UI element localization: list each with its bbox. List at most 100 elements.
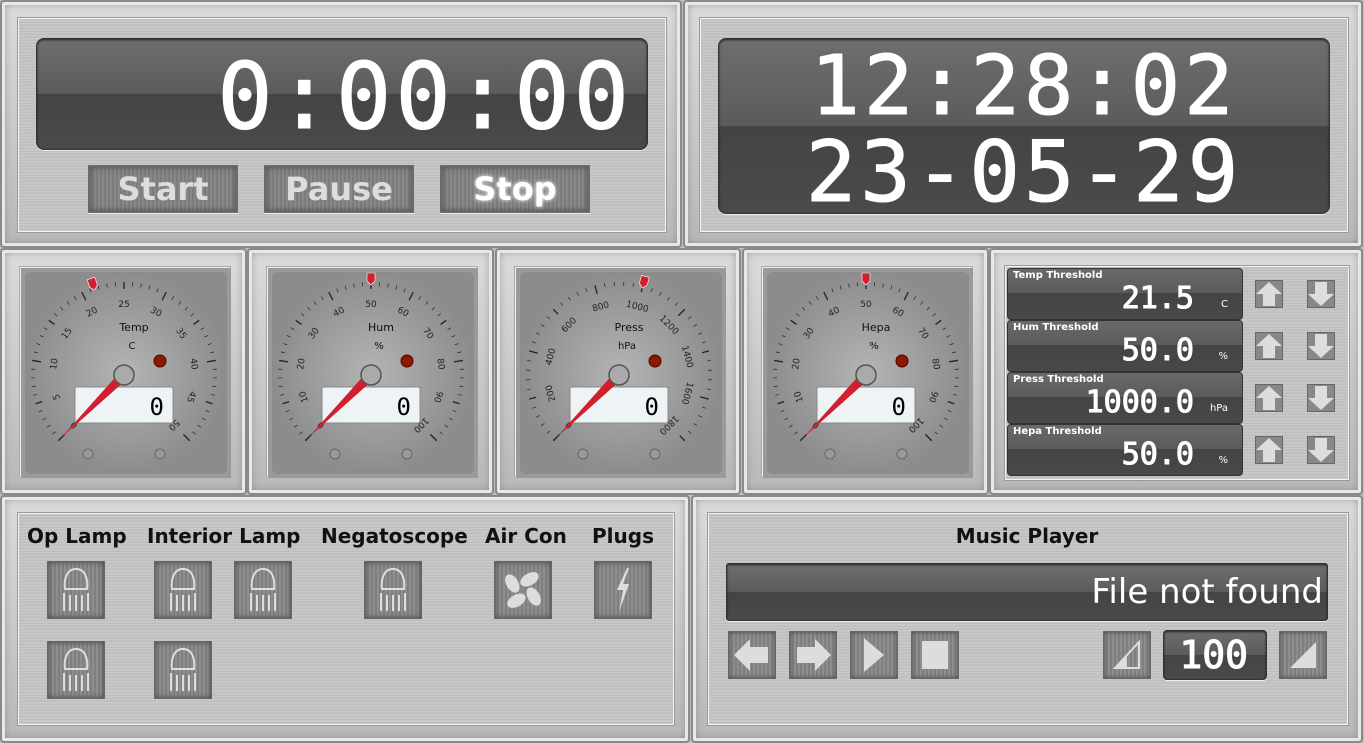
gauge-tick-label: 25 [118, 300, 129, 310]
next-button[interactable] [789, 631, 837, 679]
threshold-display: Temp Threshold 21.5 C [1007, 268, 1243, 320]
interior-lamp-3-button[interactable] [154, 641, 212, 699]
gauge-tick [459, 385, 464, 388]
label-plugs: Plugs [592, 524, 654, 548]
threshold-down-button[interactable] [1307, 436, 1335, 464]
lamp-icon [250, 567, 276, 611]
lamp-icon [380, 567, 406, 611]
gauge-tick-label: 80 [929, 358, 941, 371]
arrow-down-icon [1308, 386, 1334, 410]
label-negatoscope: Negatoscope [321, 524, 468, 548]
threshold-display: Hum Threshold 50.0 % [1007, 320, 1243, 372]
arrow-down-icon [1308, 334, 1334, 358]
air-con-button[interactable] [494, 561, 552, 619]
threshold-down-button[interactable] [1307, 280, 1335, 308]
gauge-unit: % [374, 341, 384, 352]
lamp-icon [170, 647, 196, 691]
arrow-down-icon [1308, 438, 1334, 462]
screw [649, 448, 661, 460]
stop-button[interactable]: Stop [440, 165, 590, 213]
stop-music-button[interactable] [911, 631, 959, 679]
music-panel: Music Player File not found 100 [691, 495, 1363, 743]
volume-down-icon [1113, 640, 1140, 669]
arrow-down-icon [1308, 282, 1334, 306]
needle-hub [855, 364, 877, 386]
gauge-face: 020040060080010001200140016001800PresshP… [515, 267, 726, 478]
label-interior-lamp: Interior Lamp [147, 524, 301, 548]
gauge-panel-hepa: 0102030405060708090100Hepa%0 [742, 248, 989, 495]
threshold-up-button[interactable] [1255, 280, 1283, 308]
threshold-value: 50.0 [1121, 437, 1194, 473]
arrow-up-icon [1256, 334, 1282, 358]
needle-hub [360, 364, 382, 386]
threshold-up-button[interactable] [1255, 384, 1283, 412]
gauge-tick-label: 10 [49, 357, 61, 370]
volume-up-button[interactable] [1279, 631, 1327, 679]
gauge-unit: C [129, 341, 136, 352]
gauge-unit: hPa [618, 341, 636, 352]
threshold-unit: hPa [1209, 403, 1228, 414]
alarm-led [153, 354, 167, 368]
alarm-led [400, 354, 414, 368]
arrow-up-icon [1256, 438, 1282, 462]
threshold-down-button[interactable] [1307, 332, 1335, 360]
clock-time: 12:28:02 [810, 39, 1238, 135]
gauge-tick [954, 385, 959, 388]
threshold-value: 50.0 [1121, 333, 1194, 369]
gauge-dial: 0102030405060708090100Hum%0 [268, 268, 478, 478]
threshold-label: Hepa Threshold [1013, 426, 1102, 437]
threshold-unit: % [1218, 455, 1228, 466]
stop-icon [922, 641, 948, 669]
fan-icon [505, 572, 541, 608]
screw [154, 448, 166, 460]
screw [577, 448, 589, 460]
clock-date: 23-05-29 [805, 123, 1243, 214]
previous-button[interactable] [728, 631, 776, 679]
gauge-panel-hum: 0102030405060708090100Hum%0 [247, 248, 494, 495]
clock-panel: 12:28:02 23-05-29 [683, 0, 1363, 248]
threshold-display: Hepa Threshold 50.0 % [1007, 424, 1243, 476]
threshold-up-button[interactable] [1255, 332, 1283, 360]
threshold-down-button[interactable] [1307, 384, 1335, 412]
interior-lamp-1-button[interactable] [154, 561, 212, 619]
plugs-button[interactable] [594, 561, 652, 619]
needle-hub [113, 364, 135, 386]
arrow-up-icon [1256, 282, 1282, 306]
threshold-value: 21.5 [1121, 281, 1194, 317]
pause-button[interactable]: Pause [264, 165, 414, 213]
play-button[interactable] [850, 631, 898, 679]
volume-down-button[interactable] [1103, 631, 1151, 679]
gauge-value: 0 [150, 393, 164, 421]
lamp-icon [63, 647, 89, 691]
gauge-panel-temp: 05101520253035404550TempC0 [0, 248, 247, 495]
threshold-label: Press Threshold [1013, 374, 1104, 385]
gauge-tick [773, 385, 778, 388]
clock-display: 12:28:02 23-05-29 [718, 38, 1330, 214]
gauge-tick [278, 385, 283, 388]
start-button[interactable]: Start [88, 165, 238, 213]
threshold-label: Hum Threshold [1013, 322, 1099, 333]
gauge-tick [212, 385, 217, 388]
threshold-up-button[interactable] [1255, 436, 1283, 464]
screw [824, 448, 836, 460]
op-lamp-1-button[interactable] [47, 561, 105, 619]
interior-lamp-2-button[interactable] [234, 561, 292, 619]
threshold-value: 1000.0 [1085, 385, 1194, 421]
op-lamp-2-button[interactable] [47, 641, 105, 699]
screw [401, 448, 413, 460]
gauge-tick-label: 80 [434, 358, 446, 371]
gauge-dial: 0102030405060708090100Hepa%0 [763, 268, 973, 478]
timer-value: 0:00:00 [217, 43, 633, 150]
gauge-title: Temp [118, 321, 148, 334]
threshold-panel: Temp Threshold 21.5 C Hum Threshold 50.0… [989, 248, 1363, 495]
gauge-title: Hepa [862, 321, 891, 334]
gauge-unit: % [869, 341, 879, 352]
alarm-led [648, 354, 662, 368]
timer-display: 0:00:00 [36, 38, 648, 150]
gauge-tick-label: 50 [860, 300, 872, 310]
volume-display: 100 [1163, 630, 1267, 680]
gauge-face: 0102030405060708090100Hepa%0 [762, 267, 973, 478]
negatoscope-button[interactable] [364, 561, 422, 619]
gauge-title: Press [615, 321, 644, 334]
gauge-value: 0 [397, 393, 411, 421]
